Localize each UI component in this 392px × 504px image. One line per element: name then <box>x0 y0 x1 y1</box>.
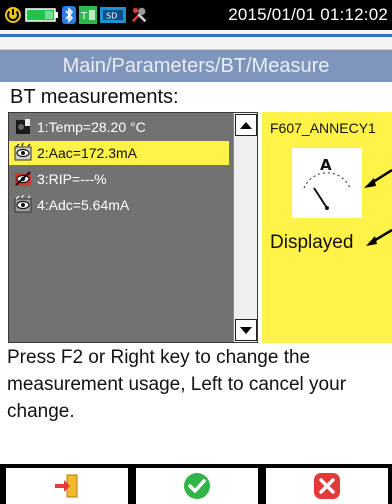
no-sensor-icon <box>16 119 30 134</box>
confirm-check-icon <box>184 473 210 499</box>
arrow-up-icon <box>240 121 252 129</box>
measurement-item-adc[interactable]: 4:Adc=5.64mA <box>9 193 229 217</box>
svg-text:SD: SD <box>106 12 117 21</box>
device-name: F607_ANNECY1 <box>270 120 376 136</box>
measurement-label: 3:RIP=---% <box>37 171 107 187</box>
power-icon <box>5 7 21 23</box>
measurement-item-aac[interactable]: 2:Aac=172.3mA <box>9 141 229 165</box>
measurement-detail-panel: F607_ANNECY1 A Displayed <box>262 112 392 343</box>
title-bar: Main/Parameters/BT/Measure <box>0 50 392 82</box>
scroll-down-button[interactable] <box>235 319 257 341</box>
section-label: BT measurements: <box>10 86 179 108</box>
measurement-label: 2:Aac=172.3mA <box>37 145 138 161</box>
ammeter-gauge-icon: A <box>292 148 362 218</box>
header-band <box>0 30 392 50</box>
cancel-x-icon <box>314 473 340 499</box>
exit-icon <box>55 474 78 498</box>
tools-icon <box>131 7 147 23</box>
header-band-line <box>0 34 392 37</box>
confirm-button[interactable] <box>136 468 258 504</box>
measurement-item-temp[interactable]: 1:Temp=28.20 °C <box>9 115 229 139</box>
softkey-bar <box>0 464 392 504</box>
arrow-down-icon <box>240 326 252 334</box>
status-bar: T SD 2015/01/01 01:12:02 <box>0 0 392 30</box>
usage-status: Displayed <box>270 232 354 253</box>
display-eye-icon <box>14 195 32 213</box>
measurement-label: 1:Temp=28.20 °C <box>37 119 146 135</box>
svg-text:T: T <box>80 11 88 22</box>
display-eye-icon <box>14 143 32 161</box>
hidden-eye-icon <box>15 171 31 186</box>
pointer-arrow-icon <box>366 228 392 246</box>
measurement-list[interactable]: 1:Temp=28.20 °C 2:Aac=172.3mA 3:RIP=---%… <box>8 112 258 343</box>
help-text: Press F2 or Right key to change the meas… <box>7 347 347 422</box>
status-icons: T SD <box>4 3 151 27</box>
bluetooth-icon <box>62 6 76 24</box>
page-title: Main/Parameters/BT/Measure <box>62 55 330 77</box>
list-scrollbar[interactable] <box>233 113 257 342</box>
measurement-item-rip[interactable]: 3:RIP=---% <box>9 167 229 191</box>
scroll-up-button[interactable] <box>235 114 257 136</box>
measurement-label: 4:Adc=5.64mA <box>37 197 130 213</box>
cancel-button[interactable] <box>266 468 388 504</box>
gauge-graphic: A <box>303 156 351 210</box>
exit-button[interactable] <box>6 468 128 504</box>
battery-icon <box>25 8 58 22</box>
thermal-icon: T <box>79 6 97 24</box>
sd-card-icon: SD <box>100 7 126 23</box>
pointer-arrow-icon <box>364 168 392 188</box>
gauge-unit-letter: A <box>320 156 332 174</box>
status-datetime: 2015/01/01 01:12:02 <box>228 5 388 24</box>
